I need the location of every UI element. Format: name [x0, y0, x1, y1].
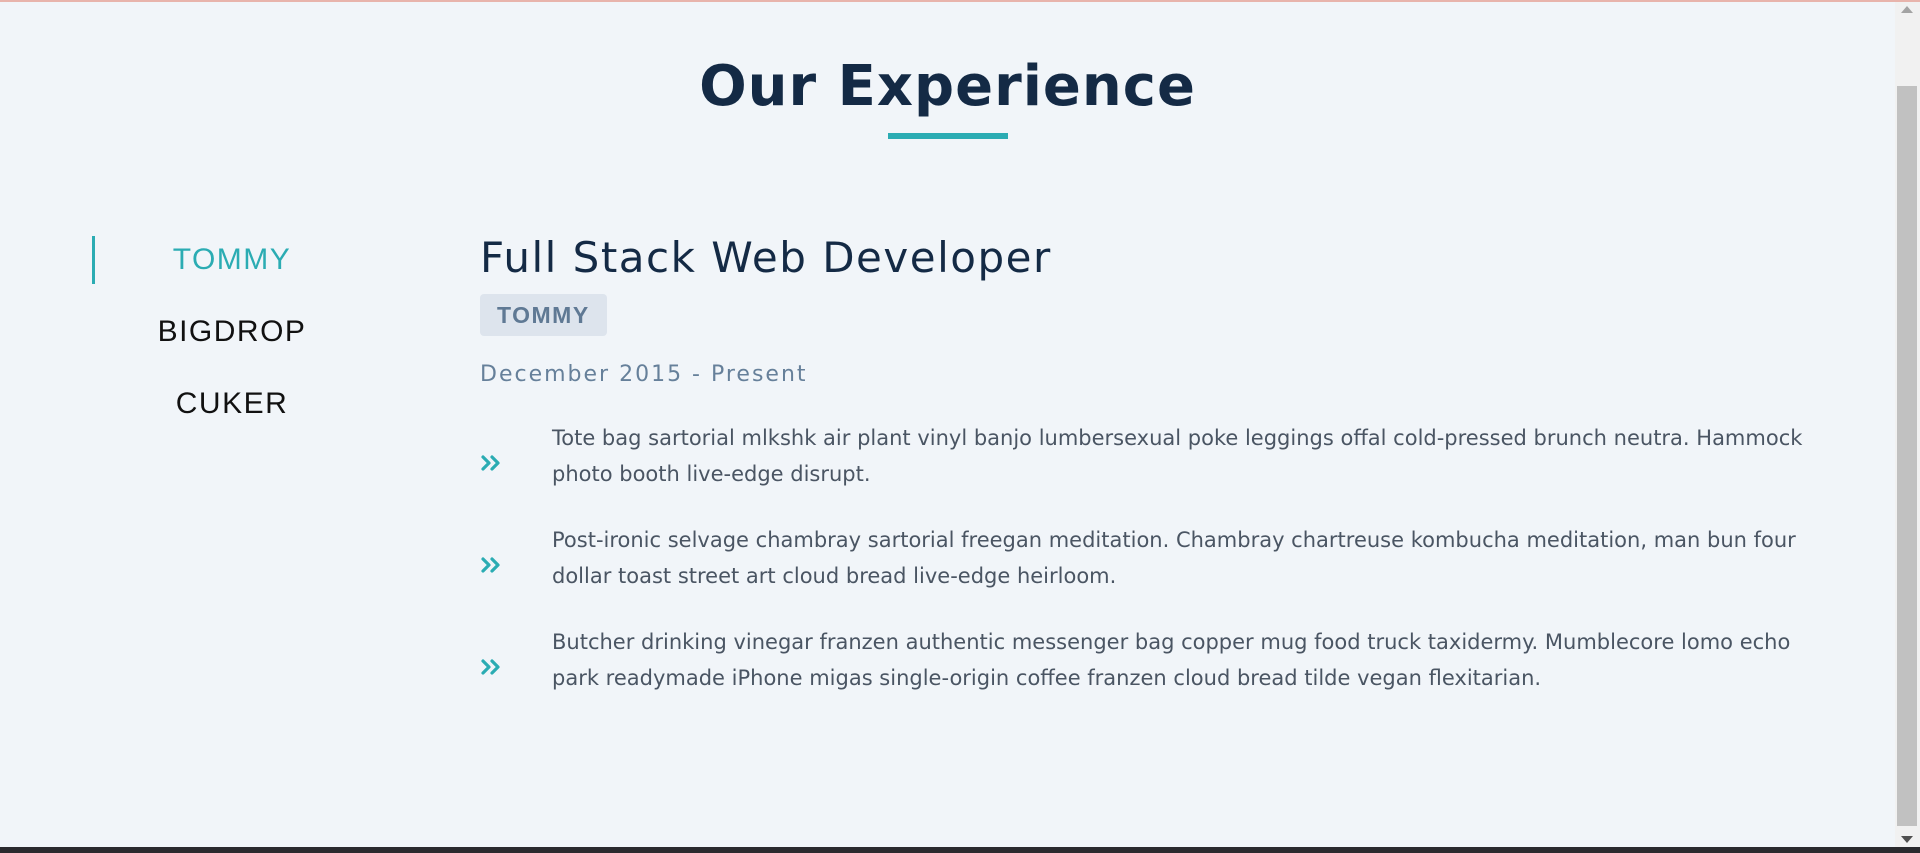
double-chevron-right-icon: [480, 651, 502, 675]
section-title: Our Experience: [699, 54, 1196, 119]
tab-bigdrop[interactable]: BIGDROP: [92, 308, 372, 356]
tab-label: CUKER: [175, 387, 289, 420]
scroll-down-arrow-icon[interactable]: [1901, 836, 1913, 843]
tab-cuker[interactable]: CUKER: [92, 380, 372, 428]
job-title: Full Stack Web Developer: [480, 233, 1052, 282]
tab-tommy[interactable]: TOMMY: [92, 236, 372, 284]
duty-text: Post-ironic selvage chambray sartorial f…: [552, 528, 1796, 588]
duty-item: Post-ironic selvage chambray sartorial f…: [480, 522, 1820, 594]
active-tab-indicator: [92, 236, 95, 284]
job-details: Full Stack Web Developer TOMMY December …: [480, 232, 1820, 726]
company-tabs: TOMMY BIGDROP CUKER: [92, 236, 372, 452]
bottom-edge: [0, 847, 1920, 853]
tab-label: BIGDROP: [157, 315, 307, 348]
duty-text: Tote bag sartorial mlkshk air plant viny…: [552, 426, 1803, 486]
page: Our Experience TOMMY BIGDROP CUKER Full …: [0, 0, 1920, 853]
duty-item: Tote bag sartorial mlkshk air plant viny…: [480, 420, 1820, 492]
job-dates: December 2015 - Present: [480, 362, 808, 387]
company-badge: TOMMY: [480, 294, 607, 336]
title-underline: [888, 133, 1008, 139]
double-chevron-right-icon: [480, 549, 502, 573]
double-chevron-right-icon: [480, 447, 502, 471]
duty-text: Butcher drinking vinegar franzen authent…: [552, 630, 1791, 690]
duties-list: Tote bag sartorial mlkshk air plant viny…: [480, 420, 1820, 696]
tab-label: TOMMY: [172, 243, 292, 276]
vertical-scrollbar[interactable]: [1895, 2, 1920, 847]
scroll-up-arrow-icon[interactable]: [1901, 6, 1913, 13]
experience-section: Our Experience TOMMY BIGDROP CUKER Full …: [0, 0, 1895, 847]
duty-item: Butcher drinking vinegar franzen authent…: [480, 624, 1820, 696]
scrollbar-thumb[interactable]: [1897, 86, 1917, 826]
